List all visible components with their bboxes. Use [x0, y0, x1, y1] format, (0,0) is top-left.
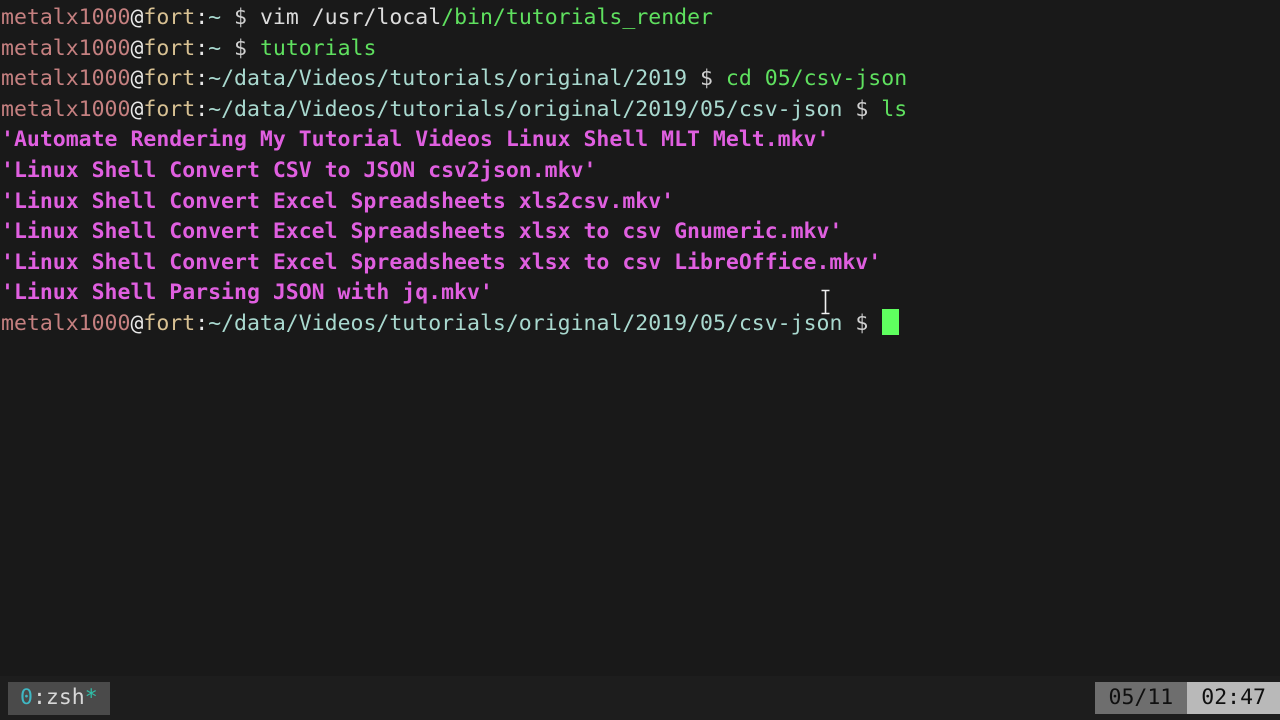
command-text: tutorials	[259, 35, 377, 61]
username: metalx1000	[1, 66, 131, 92]
tmux-window-active-flag: *	[84, 684, 98, 710]
at-sign: @	[130, 5, 144, 30]
file-entry: 'Linux Shell Convert Excel Spreadsheets …	[1, 188, 675, 214]
file-entry: 'Linux Shell Convert Excel Spreadsheets …	[1, 249, 882, 275]
terminal-window[interactable]: metalx1000@fort:~ $ vim /usr/local/bin/t…	[0, 0, 1280, 720]
file-entry: 'Automate Rendering My Tutorial Videos L…	[1, 127, 830, 153]
cwd: ~/data/Videos/tutorials/original/2019/05…	[208, 96, 843, 122]
tmux-window-index: 0	[20, 684, 33, 710]
status-bar-date: 05/11	[1094, 682, 1188, 714]
terminal-line: 'Automate Rendering My Tutorial Videos L…	[0, 125, 1280, 156]
at-sign: @	[130, 66, 144, 92]
prompt-symbol: $	[842, 310, 882, 336]
command-text: vim /usr/local	[259, 5, 442, 30]
hostname: fort	[143, 310, 196, 336]
colon: :	[195, 310, 209, 336]
username: metalx1000	[1, 310, 131, 336]
terminal-screen[interactable]: metalx1000@fort:~ $ vim /usr/local/bin/t…	[0, 0, 1280, 676]
colon: :	[195, 5, 209, 30]
colon: :	[195, 66, 209, 92]
cwd: ~/data/Videos/tutorials/original/2019	[208, 66, 688, 92]
status-bar-time: 02:47	[1187, 682, 1280, 714]
colon: :	[195, 96, 209, 122]
command-arg-path: /bin/tutorials_render	[441, 5, 713, 30]
tmux-window-zsh[interactable]: 0:zsh*	[8, 681, 110, 715]
hostname: fort	[143, 5, 196, 30]
terminal-line: metalx1000@fort:~/data/Videos/tutorials/…	[0, 95, 1280, 126]
username: metalx1000	[1, 5, 131, 30]
prompt-symbol: $	[221, 5, 260, 30]
terminal-line: metalx1000@fort:~/data/Videos/tutorials/…	[0, 308, 1280, 340]
hostname: fort	[143, 96, 196, 122]
tmux-window-separator: :	[32, 684, 46, 710]
cwd: ~	[208, 35, 222, 61]
file-entry: 'Linux Shell Parsing JSON with jq.mkv'	[1, 280, 493, 306]
tmux-status-bar[interactable]: 0:zsh* 05/11 02:47	[0, 676, 1280, 720]
at-sign: @	[130, 310, 144, 336]
username: metalx1000	[1, 96, 131, 122]
command-text: ls	[881, 96, 908, 122]
text-cursor	[882, 308, 900, 335]
colon: :	[195, 35, 209, 61]
terminal-line: metalx1000@fort:~/data/Videos/tutorials/…	[0, 64, 1280, 95]
prompt-symbol: $	[221, 35, 260, 61]
cwd: ~/data/Videos/tutorials/original/2019/05…	[208, 310, 843, 336]
hostname: fort	[143, 66, 196, 92]
status-bar-left: 0:zsh*	[8, 681, 110, 715]
prompt-symbol: $	[842, 96, 882, 122]
at-sign: @	[130, 35, 144, 61]
terminal-line: 'Linux Shell Convert Excel Spreadsheets …	[0, 248, 1280, 279]
terminal-line: 'Linux Shell Convert Excel Spreadsheets …	[0, 187, 1280, 218]
terminal-line: 'Linux Shell Convert Excel Spreadsheets …	[0, 217, 1280, 248]
prompt-symbol: $	[687, 66, 726, 92]
command-text: cd 05/csv-json	[725, 66, 908, 92]
terminal-line: 'Linux Shell Convert CSV to JSON csv2jso…	[0, 156, 1280, 187]
terminal-line: metalx1000@fort:~ $ vim /usr/local/bin/t…	[0, 3, 1280, 34]
file-entry: 'Linux Shell Convert Excel Spreadsheets …	[1, 219, 843, 245]
terminal-line: 'Linux Shell Parsing JSON with jq.mkv'	[0, 278, 1280, 309]
cwd: ~	[208, 5, 222, 30]
hostname: fort	[143, 35, 196, 61]
status-bar-right: 05/11 02:47	[1094, 682, 1280, 714]
tmux-window-name: zsh	[45, 684, 85, 710]
at-sign: @	[130, 96, 144, 122]
username: metalx1000	[1, 35, 131, 61]
file-entry: 'Linux Shell Convert CSV to JSON csv2jso…	[1, 157, 597, 183]
terminal-line: metalx1000@fort:~ $ tutorials	[0, 34, 1280, 65]
